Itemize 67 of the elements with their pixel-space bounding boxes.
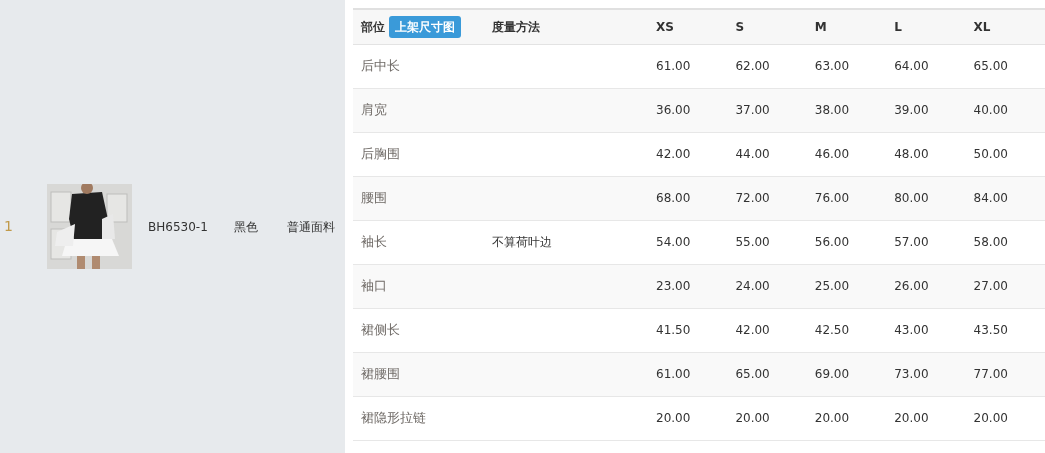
table-cell: 63.00	[806, 44, 887, 88]
table-cell: 36.00	[648, 88, 728, 132]
row-number: 1	[4, 218, 13, 234]
column-header: M	[814, 19, 827, 34]
table-cell: 裙腰围	[353, 352, 484, 396]
table-cell: 58.00	[965, 220, 1045, 264]
table-cell: 46.00	[806, 132, 887, 176]
table-cell: 57.00	[886, 220, 966, 264]
table-cell: 44.00	[727, 132, 807, 176]
table-cell: 27.00	[965, 264, 1045, 308]
table-cell: 20.00	[886, 396, 966, 440]
table-cell: 不算荷叶边	[484, 220, 648, 264]
table-cell: 41.50	[648, 308, 728, 352]
column-header: S	[735, 19, 745, 34]
table-cell: 40.00	[965, 88, 1045, 132]
table-cell: 腰围	[353, 176, 484, 220]
table-cell: 77.00	[965, 352, 1045, 396]
table-cell: 20.00	[806, 396, 887, 440]
table-cell: 50.00	[965, 132, 1045, 176]
column-header: 部位	[361, 19, 385, 34]
table-cell: 43.00	[886, 308, 966, 352]
table-cell: 80.00	[886, 176, 966, 220]
table-cell: 裙隐形拉链	[353, 396, 484, 440]
table-cell: 61.00	[648, 44, 728, 88]
table-cell: 24.00	[727, 264, 807, 308]
size-chart-button[interactable]: 上架尺寸图	[389, 15, 461, 38]
table-cell: 61.00	[648, 352, 728, 396]
table-cell: 56.00	[806, 220, 887, 264]
table-cell: 62.00	[727, 44, 807, 88]
table-cell: 37.00	[727, 88, 807, 132]
table-cell: 袖长	[353, 220, 484, 264]
table-cell: 48.00	[886, 132, 966, 176]
table-cell: 20.00	[648, 396, 728, 440]
table-cell: 43.50	[965, 308, 1045, 352]
table-cell: 20.00	[965, 396, 1045, 440]
table-cell: 72.00	[727, 176, 807, 220]
fabric-name: 普通面料	[287, 218, 335, 236]
table-cell: 69.00	[806, 352, 887, 396]
table-cell: 68.00	[648, 176, 728, 220]
table-cell: 64.00	[886, 44, 966, 88]
column-header: 度量方法	[492, 19, 540, 34]
product-code: BH6530-1	[148, 218, 209, 236]
table-cell: 后胸围	[353, 132, 484, 176]
table-cell: 65.00	[727, 352, 807, 396]
table-cell: 25.00	[806, 264, 887, 308]
table-cell: 84.00	[965, 176, 1045, 220]
table-cell: 76.00	[806, 176, 887, 220]
table-cell: 20.00	[727, 396, 807, 440]
table-cell: 55.00	[727, 220, 807, 264]
table-cell: 65.00	[965, 44, 1045, 88]
table-cell: 54.00	[648, 220, 728, 264]
table-cell: 42.00	[648, 132, 728, 176]
table-cell: 38.00	[806, 88, 887, 132]
table-cell: 袖口	[353, 264, 484, 308]
table-cell: 肩宽	[353, 88, 484, 132]
table-cell: 26.00	[886, 264, 966, 308]
table-cell: 39.00	[886, 88, 966, 132]
table-cell: 42.00	[727, 308, 807, 352]
table-cell: 裙侧长	[353, 308, 484, 352]
column-header: L	[894, 19, 902, 34]
table-cell: 73.00	[886, 352, 966, 396]
table-cell: 42.50	[806, 308, 887, 352]
table-cell: 后中长	[353, 44, 484, 88]
table-cell: 23.00	[648, 264, 728, 308]
color-name: 黑色	[234, 218, 259, 236]
column-header: XL	[973, 19, 991, 34]
column-header: XS	[656, 19, 674, 34]
